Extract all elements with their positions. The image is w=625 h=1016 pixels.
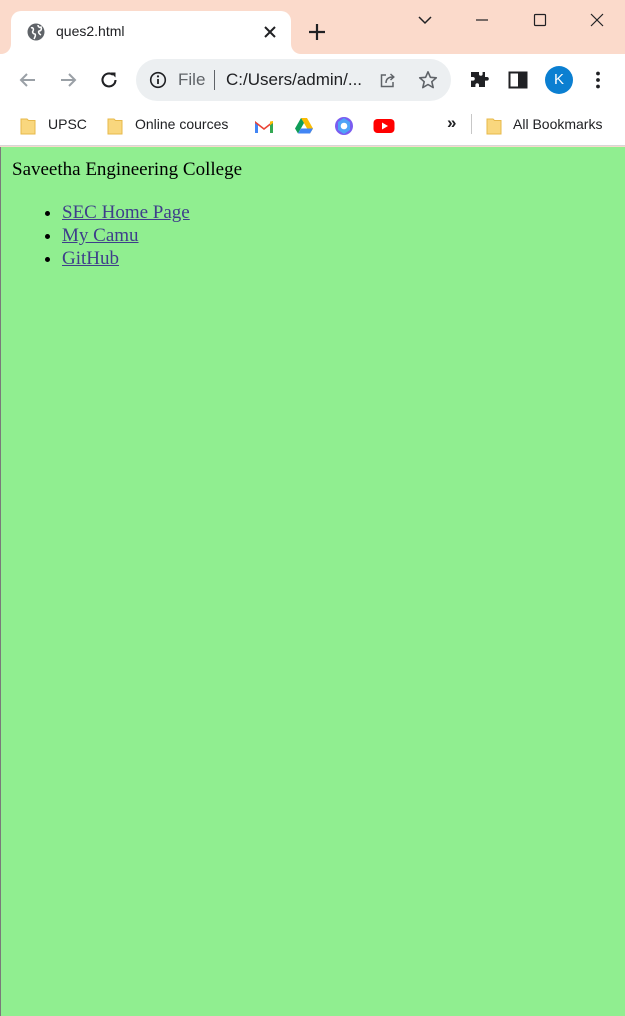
list-item: SEC Home Page: [62, 201, 190, 224]
close-icon[interactable]: [585, 8, 609, 32]
bookmarks-bar: UPSC Online cources » All Bookmarks: [0, 106, 625, 146]
omnibox-divider: [214, 70, 215, 90]
browser-tab[interactable]: ques2.html: [11, 11, 291, 54]
minimize-icon[interactable]: [470, 8, 494, 32]
all-bookmarks-folder[interactable]: All Bookmarks: [486, 114, 616, 138]
bookmark-label: UPSC: [48, 116, 87, 132]
bookmark-online-cources[interactable]: Online cources: [107, 114, 237, 138]
page-viewport: Saveetha Engineering College SEC Home Pa…: [0, 147, 625, 1016]
tab-close-icon[interactable]: [261, 23, 279, 41]
github-link[interactable]: GitHub: [62, 248, 119, 269]
gmail-icon[interactable]: [254, 116, 274, 136]
side-panel-icon[interactable]: [506, 68, 530, 92]
back-icon[interactable]: [16, 68, 40, 92]
google-drive-icon[interactable]: [294, 116, 314, 136]
share-icon[interactable]: [378, 70, 398, 90]
all-bookmarks-label: All Bookmarks: [513, 116, 603, 132]
bookmarks-divider: [471, 114, 472, 134]
copilot-icon[interactable]: [334, 116, 354, 136]
address-bar[interactable]: File C:/Users/admin/...: [136, 59, 451, 101]
scheme-label: File: [178, 70, 206, 89]
globe-icon: [27, 23, 45, 41]
forward-icon[interactable]: [56, 68, 80, 92]
list-item: GitHub: [62, 247, 190, 270]
profile-avatar[interactable]: K: [545, 66, 573, 94]
tab-strip: ques2.html: [0, 0, 625, 54]
bookmark-upsc[interactable]: UPSC: [20, 114, 90, 138]
new-tab-icon[interactable]: [306, 21, 328, 43]
bookmark-star-icon[interactable]: [417, 69, 439, 91]
url-text[interactable]: C:/Users/admin/...: [226, 70, 362, 90]
youtube-icon[interactable]: [373, 116, 395, 136]
page-heading: Saveetha Engineering College: [12, 159, 243, 180]
extensions-icon[interactable]: [467, 68, 491, 92]
bookmark-label: Online cources: [135, 116, 229, 132]
maximize-icon[interactable]: [528, 8, 552, 32]
reload-icon[interactable]: [97, 68, 121, 92]
folder-icon: [107, 118, 123, 135]
bookmarks-overflow-button[interactable]: »: [447, 114, 463, 138]
browser-toolbar: File C:/Users/admin/... K: [0, 54, 625, 106]
info-icon[interactable]: [149, 71, 167, 89]
tab-title: ques2.html: [56, 23, 125, 39]
folder-icon: [20, 118, 36, 135]
my-camu-link[interactable]: My Camu: [62, 225, 139, 246]
folder-icon: [486, 118, 502, 135]
link-list: SEC Home Page My Camu GitHub: [62, 201, 190, 270]
tab-search-icon[interactable]: [413, 8, 437, 32]
sec-home-page-link[interactable]: SEC Home Page: [62, 202, 190, 223]
menu-icon[interactable]: [586, 68, 610, 92]
list-item: My Camu: [62, 224, 190, 247]
